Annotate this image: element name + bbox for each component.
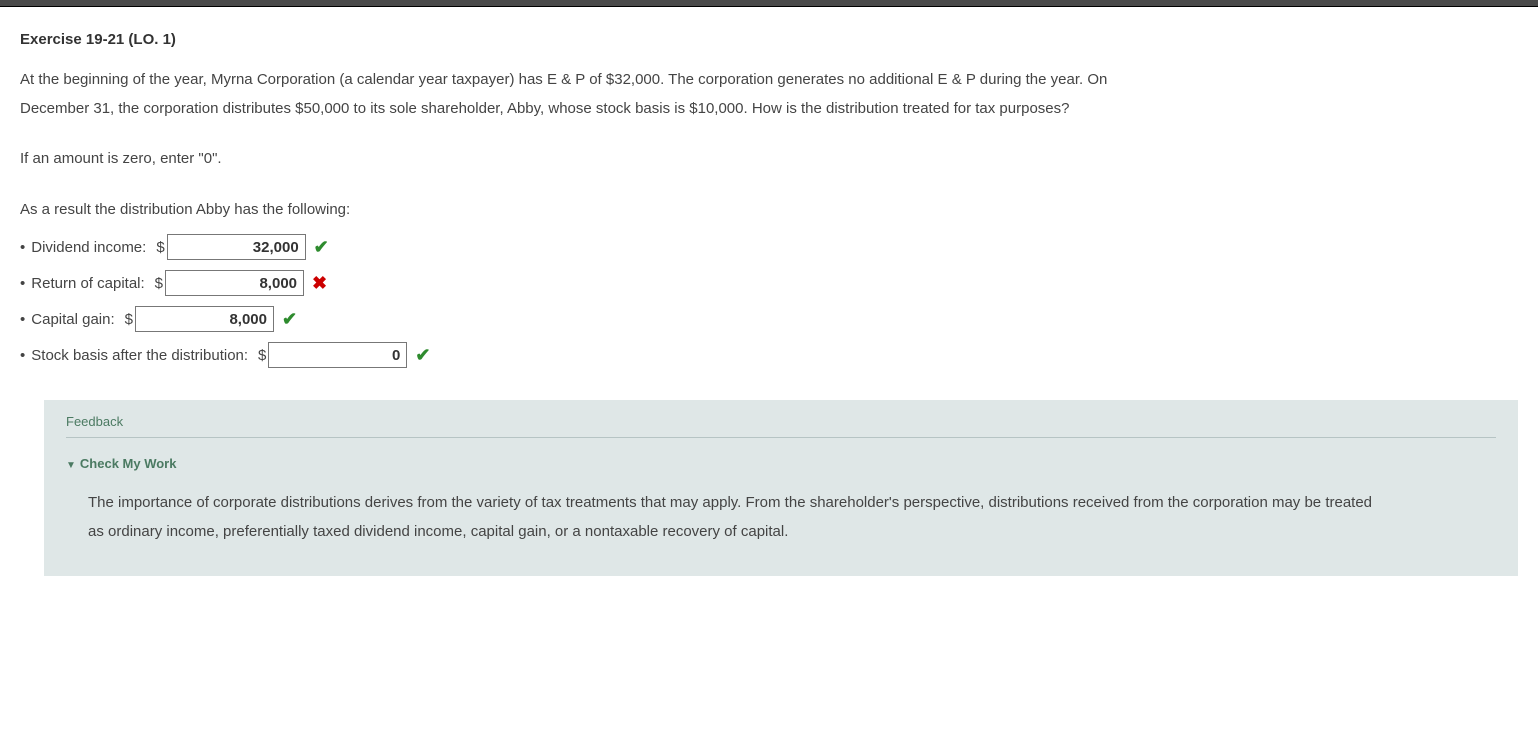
bullet-icon: • xyxy=(20,347,25,364)
cross-icon: ✖ xyxy=(312,273,327,294)
exercise-page: Exercise 19-21 (LO. 1) At the beginning … xyxy=(0,7,1538,616)
label-return-of-capital: Return of capital: xyxy=(31,275,144,292)
check-icon: ✔ xyxy=(314,237,329,258)
bullet-icon: • xyxy=(20,239,25,256)
check-icon: ✔ xyxy=(415,345,430,366)
dollar-sign: $ xyxy=(258,347,266,364)
dollar-sign: $ xyxy=(156,239,164,256)
input-capital-gain[interactable] xyxy=(135,306,274,332)
check-my-work-label: Check My Work xyxy=(80,456,177,471)
bullet-icon: • xyxy=(20,311,25,328)
dollar-sign: $ xyxy=(155,275,163,292)
result-lead-text: As a result the distribution Abby has th… xyxy=(20,196,1150,225)
feedback-title: Feedback xyxy=(66,414,1496,438)
check-icon: ✔ xyxy=(282,309,297,330)
problem-text: At the beginning of the year, Myrna Corp… xyxy=(20,66,1150,123)
row-return-of-capital: • Return of capital: $ ✖ xyxy=(20,270,1518,296)
label-capital-gain: Capital gain: xyxy=(31,311,114,328)
label-dividend-income: Dividend income: xyxy=(31,239,146,256)
entry-instruction: If an amount is zero, enter "0". xyxy=(20,145,1150,174)
bullet-icon: • xyxy=(20,275,25,292)
exercise-title: Exercise 19-21 (LO. 1) xyxy=(20,31,1518,48)
input-dividend-income[interactable] xyxy=(167,234,306,260)
label-stock-basis: Stock basis after the distribution: xyxy=(31,347,248,364)
feedback-panel: Feedback ▼ Check My Work The importance o… xyxy=(44,400,1518,576)
check-my-work-toggle[interactable]: ▼ Check My Work xyxy=(66,456,1496,471)
input-return-of-capital[interactable] xyxy=(165,270,304,296)
window-topbar xyxy=(0,0,1538,7)
row-stock-basis: • Stock basis after the distribution: $ … xyxy=(20,342,1518,368)
row-dividend-income: • Dividend income: $ ✔ xyxy=(20,234,1518,260)
feedback-body: The importance of corporate distribution… xyxy=(88,489,1378,546)
input-stock-basis[interactable] xyxy=(268,342,407,368)
row-capital-gain: • Capital gain: $ ✔ xyxy=(20,306,1518,332)
dollar-sign: $ xyxy=(125,311,133,328)
chevron-down-icon: ▼ xyxy=(66,460,76,471)
